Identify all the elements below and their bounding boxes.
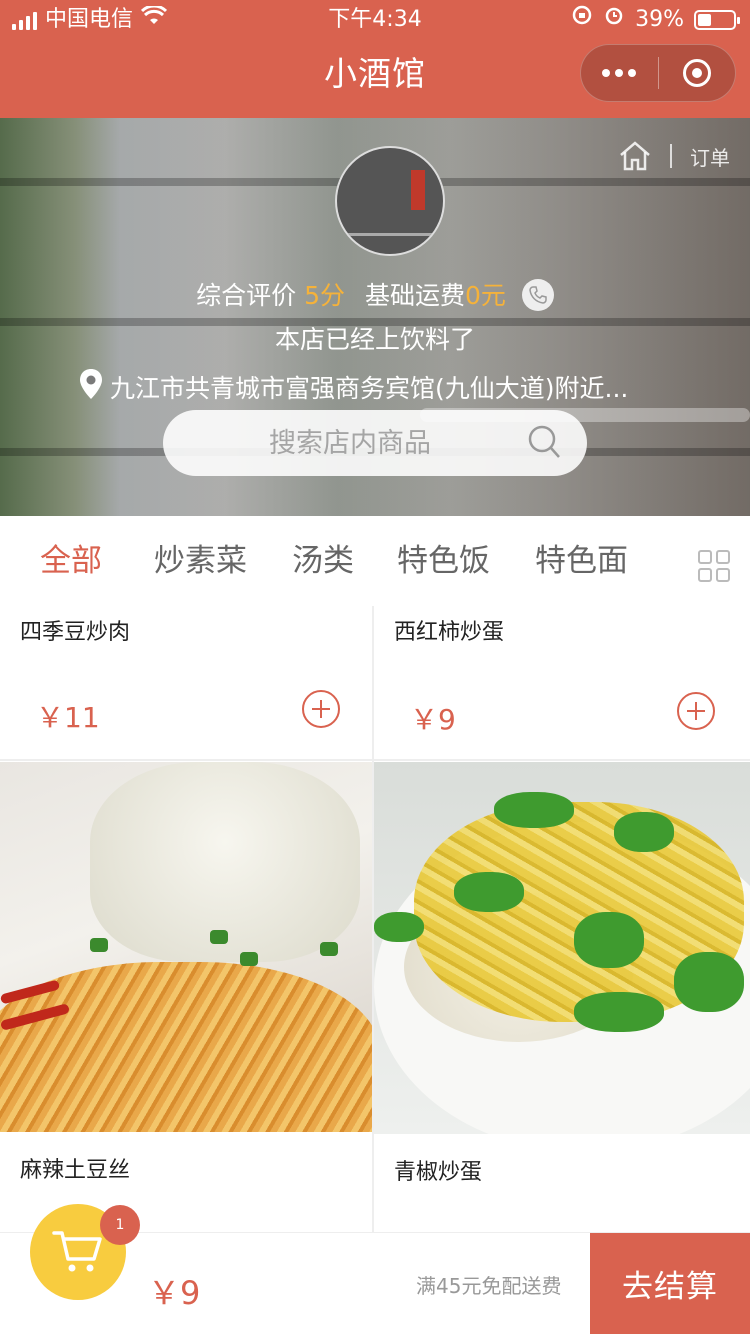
battery-icon (694, 10, 740, 30)
delivery-fee-value: 0元 (465, 281, 506, 310)
add-to-cart-button[interactable] (677, 692, 715, 730)
status-bar: 中国电信 下午4:34 39% (0, 0, 750, 40)
green-pepper-illustration (494, 792, 574, 828)
delivery-fee-label: 基础运费 (365, 281, 466, 310)
alarm-icon (603, 0, 625, 40)
rating-label: 综合评价 (196, 281, 297, 310)
product-name: 四季豆炒肉 (20, 620, 131, 645)
home-icon[interactable] (618, 140, 652, 172)
battery-percent: 39% (635, 7, 684, 32)
close-mini-program-button[interactable] (659, 44, 736, 102)
scallion-illustration (320, 942, 338, 956)
shop-logo (335, 146, 445, 256)
address-text: 九江市共青城市富强商务宾馆(九仙大道)附近... (110, 374, 629, 403)
tab-stir-fried-vegetables[interactable]: 炒素菜 (154, 540, 247, 582)
logo-decoration (337, 233, 443, 236)
rating-value: 5分 (304, 281, 345, 310)
green-pepper-illustration (574, 912, 644, 968)
green-pepper-illustration (614, 812, 674, 852)
cart-total: ￥9 (148, 1274, 201, 1312)
category-tabs: 全部 炒素菜 汤类 特色饭 特色面 (0, 516, 750, 608)
shop-banner: 订单 综合评价 5分 基础运费0元 本店已经上饮料了 九江市共青城市富强商务宾馆(… (0, 118, 750, 516)
search-bar[interactable] (163, 410, 587, 476)
shop-rating-row: 综合评价 5分 基础运费0元 (0, 278, 750, 314)
more-dot-icon (628, 69, 637, 77)
mini-program-capsule (580, 44, 736, 102)
shop-notice: 本店已经上饮料了 (274, 325, 475, 354)
green-pepper-illustration (374, 912, 424, 942)
rotation-lock-icon (571, 0, 593, 40)
shop-address[interactable]: 九江市共青城市富强商务宾馆(九仙大道)附近... (78, 368, 678, 410)
scallion-illustration (210, 930, 228, 944)
orders-link[interactable]: 订单 (690, 142, 730, 171)
tab-special-noodles[interactable]: 特色面 (535, 540, 628, 582)
links-divider (670, 144, 672, 168)
more-dot-icon (615, 69, 624, 77)
checkout-button[interactable]: 去结算 (590, 1233, 750, 1334)
cart-icon (52, 1231, 102, 1272)
product-image-pepper-egg[interactable] (374, 762, 750, 1134)
add-to-cart-button[interactable] (302, 690, 340, 728)
product-price: ￥9 (410, 703, 456, 736)
banner-links: 订单 (618, 140, 730, 172)
logo-seal (411, 170, 425, 210)
scallion-illustration (240, 952, 258, 966)
cart-count-badge: 1 (100, 1205, 140, 1245)
product-name: 麻辣土豆丝 (20, 1158, 131, 1183)
tab-all[interactable]: 全部 (40, 540, 102, 582)
scallion-illustration (90, 938, 108, 952)
free-delivery-note: 满45元免配送费 (416, 1274, 562, 1298)
more-menu-button[interactable] (581, 44, 658, 102)
product-image-spicy-potato[interactable] (0, 762, 372, 1132)
product-name: 西红柿炒蛋 (394, 620, 505, 645)
grid-divider (0, 759, 750, 761)
tab-soups[interactable]: 汤类 (292, 540, 354, 582)
search-input[interactable] (267, 426, 511, 460)
tab-special-rice[interactable]: 特色饭 (397, 540, 490, 582)
phone-icon[interactable] (521, 279, 554, 311)
product-name: 青椒炒蛋 (394, 1160, 483, 1185)
top-bar: 中国电信 下午4:34 39% 小酒馆 (0, 0, 750, 118)
product-price: ￥11 (36, 701, 100, 734)
location-pin-icon (78, 368, 104, 410)
green-pepper-illustration (574, 992, 664, 1032)
target-icon (682, 59, 711, 87)
product-card[interactable]: 四季豆炒肉 ￥11 (0, 606, 372, 760)
green-pepper-illustration (454, 872, 524, 912)
search-icon[interactable] (527, 424, 561, 464)
grid-view-icon[interactable] (698, 550, 730, 586)
product-card[interactable]: 西红柿炒蛋 ￥9 (374, 606, 750, 760)
green-pepper-illustration (674, 952, 744, 1012)
product-card[interactable]: 青椒炒蛋 (374, 1134, 750, 1232)
more-dot-icon (602, 69, 611, 77)
